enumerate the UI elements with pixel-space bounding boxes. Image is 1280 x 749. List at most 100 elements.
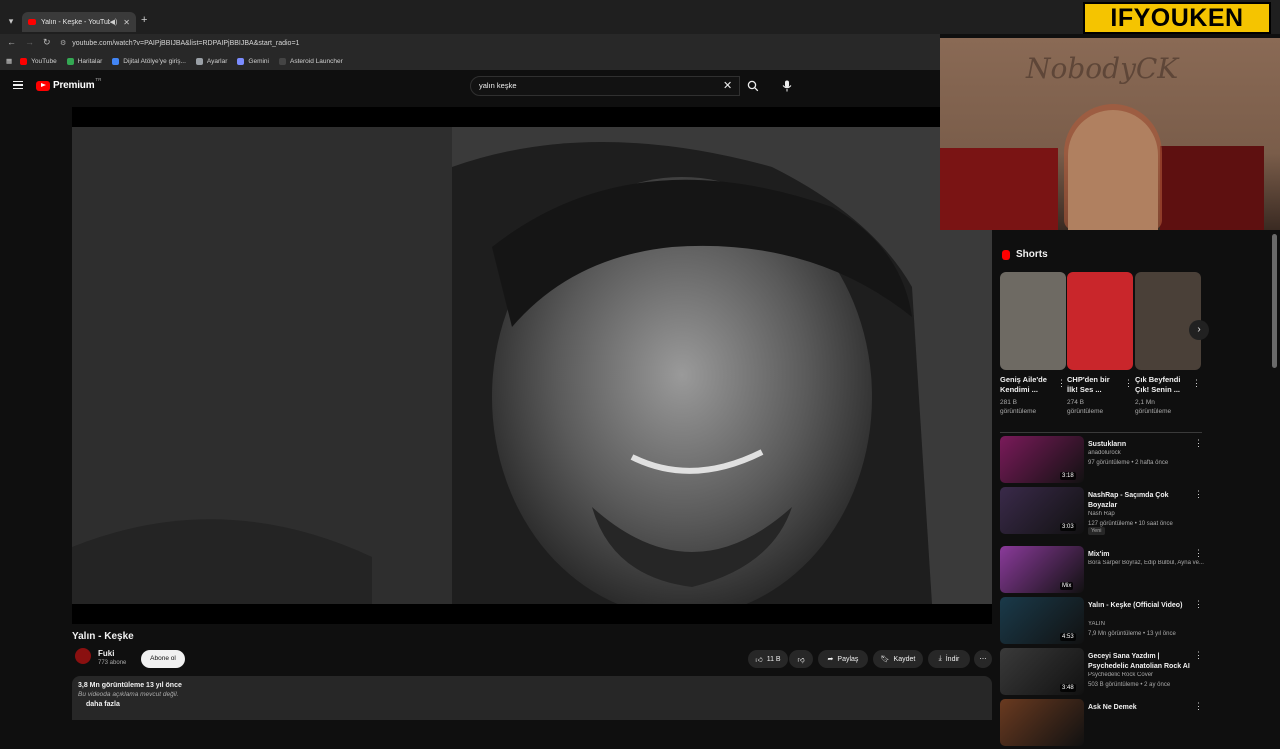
more-vertical-icon[interactable]: ⋮ [1124,378,1133,389]
wall-poster [940,148,1058,230]
bookmark-item[interactable]: Haritalar [66,57,103,65]
more-vertical-icon[interactable]: ⋮ [1194,438,1203,449]
more-vertical-icon[interactable]: ⋮ [1194,599,1203,610]
wall-poster [1160,146,1264,230]
microphone-icon [782,80,792,92]
back-icon[interactable]: ← [7,37,16,47]
search-icon [747,80,759,92]
recommended-video[interactable]: Yalın - Keşke (Official Video) 4:53 YALIN 7… [1000,597,1210,647]
save-button[interactable]: 🔖︎ Kaydet [873,650,923,668]
search-input[interactable]: yalın keşke [470,76,740,96]
forward-icon[interactable]: → [25,37,34,47]
bookmark-item[interactable]: Ayarlar [195,57,227,65]
video-title[interactable]: Mix'im [1088,550,1198,560]
next-shorts-chevron-icon[interactable]: › [1189,320,1209,340]
thumbs-up-icon: 👍︎ [755,656,763,664]
short-title[interactable]: Çık Beyfendi Çık! Senin ... [1135,375,1189,395]
subscribe-button[interactable]: Abone ol [141,650,185,668]
video-channel[interactable]: YALIN [1088,621,1208,627]
more-vertical-icon[interactable]: ⋮ [1192,378,1201,389]
bookmark-item[interactable]: Dijital Atölye'ye giriş... [112,57,186,65]
bookmark-label: Haritalar [77,57,103,65]
video-channel[interactable]: Bora Sarper Boyraz, Edip Bülbül, Ayna ve… [1088,560,1208,566]
video-channel[interactable]: Nash Rap [1088,511,1208,517]
download-icon: ⤓ [938,655,942,662]
video-title[interactable]: Ask Ne Demek [1088,703,1198,713]
youtube-logo-icon [36,80,50,91]
audio-playing-icon[interactable]: ◀) [110,18,118,26]
more-vertical-icon[interactable]: ⋮ [1194,701,1203,712]
save-label: Kaydet [893,655,916,663]
reload-icon[interactable]: ↻ [43,37,51,48]
apps-icon[interactable]: ▦ [6,57,12,65]
duration-badge: 3:03 [1060,523,1076,531]
short-card[interactable]: Geniş Aile'de Kendimi ... 281 B görüntüle… [1000,272,1066,416]
short-title[interactable]: Geniş Aile'de Kendimi ... [1000,375,1054,395]
video-title[interactable]: Yalın - Keşke (Official Video) [1088,601,1198,611]
short-title[interactable]: CHP'den bir İlk! Ses ... [1067,375,1121,395]
more-vertical-icon[interactable]: ⋮ [1194,548,1203,559]
duration-badge: 3:48 [1060,684,1076,692]
short-thumbnail[interactable] [1000,272,1066,370]
voice-search-button[interactable] [778,77,796,95]
video-player[interactable] [72,107,992,624]
more-vertical-icon[interactable]: ⋮ [1057,378,1066,389]
url-text: youtube.com/watch?v=PAIPjBBIJBA&list=RDP… [72,40,300,47]
description-box[interactable]: 3,8 Mn görüntüleme 13 yıl önce Bu videod… [72,676,992,720]
recommended-video[interactable]: Ask Ne Demek ⋮ [1000,699,1210,749]
bookmark-favicon-icon [20,57,28,65]
shorts-icon [1002,249,1010,260]
scrollbar[interactable] [1272,234,1277,368]
show-more-link[interactable]: daha fazla [86,701,986,708]
short-views: 281 B görüntüleme [1000,399,1037,415]
search-button[interactable] [742,76,764,96]
video-title[interactable]: NashRap - Saçımda Çok Boyazlar [1088,491,1198,511]
download-button[interactable]: ⤓ İndir [928,650,970,668]
video-thumbnail[interactable] [1000,699,1084,746]
bookmark-item[interactable]: YouTube [20,57,57,65]
youtube-header: Premium TR yalın keşke ✕ [0,70,940,104]
dislike-button[interactable]: 👎︎ [789,650,813,668]
site-info-icon[interactable]: ⚙ [60,40,66,47]
cam-wall-text: NobodyCK [1026,52,1179,85]
video-title[interactable]: Sustukların [1088,440,1198,450]
like-count: 11 B [766,655,781,663]
recommended-video[interactable]: Mix'im Mix Bora Sarper Boyraz, Edip Bülbül… [1000,546,1210,596]
divider [1000,432,1202,433]
youtube-premium-logo[interactable]: Premium TR [36,77,101,91]
more-vertical-icon[interactable]: ⋮ [1194,489,1203,500]
short-card[interactable]: CHP'den bir İlk! Ses ... 274 B görüntülem… [1067,272,1133,416]
streamer [1068,110,1158,230]
channel-name[interactable]: Fuki [98,649,114,658]
more-actions-button[interactable]: ⋯ [974,650,992,668]
recommended-video[interactable]: Geceyi Sana Yazdım | Psychedelic Anatoli… [1000,648,1210,698]
short-thumbnail[interactable] [1135,272,1201,370]
menu-icon[interactable] [13,81,23,89]
short-card[interactable]: Çık Beyfendi Çık! Senin ... 2,1 Mn görünt… [1135,272,1201,416]
clear-search-icon[interactable]: ✕ [723,79,732,92]
browser-tab[interactable]: Yalın - Keşke - YouTube ◀) ✕ [22,12,136,32]
new-badge: Yeni [1088,527,1105,535]
subscriber-count: 773 abone [98,660,127,666]
tab-title: Yalın - Keşke - YouTube [41,18,110,26]
close-tab-icon[interactable]: ✕ [123,18,130,27]
bookmark-favicon-icon [112,57,120,65]
short-views: 274 B görüntüleme [1067,399,1104,415]
video-channel[interactable]: anadolurock [1088,450,1208,456]
bookmark-item[interactable]: Gemini [237,57,269,65]
like-button[interactable]: 👍︎ 11 B [748,650,788,668]
tab-search-icon[interactable]: ▾ [4,14,18,28]
recommended-video[interactable]: NashRap - Saçımda Çok Boyazlar 3:03 Nash R… [1000,487,1210,537]
view-date-meta: 3,8 Mn görüntüleme 13 yıl önce [78,682,182,689]
more-vertical-icon[interactable]: ⋮ [1194,650,1203,661]
video-channel[interactable]: Psychedelic Rock Cover [1088,672,1208,678]
share-button[interactable]: ➦ Paylaş [818,650,868,668]
video-still-image [72,127,992,617]
recommended-video[interactable]: Sustukların 3:18 anadolurock 97 görüntüleme… [1000,436,1210,486]
bookmark-item[interactable]: Asteroid Launcher [279,57,343,65]
url-field[interactable]: ⚙ youtube.com/watch?v=PAIPjBBIJBA&list=RD… [60,37,940,50]
video-title[interactable]: Geceyi Sana Yazdım | Psychedelic Anatoli… [1088,652,1198,672]
new-tab-icon[interactable]: + [141,14,147,26]
channel-avatar[interactable] [75,648,91,664]
short-thumbnail[interactable] [1067,272,1133,370]
